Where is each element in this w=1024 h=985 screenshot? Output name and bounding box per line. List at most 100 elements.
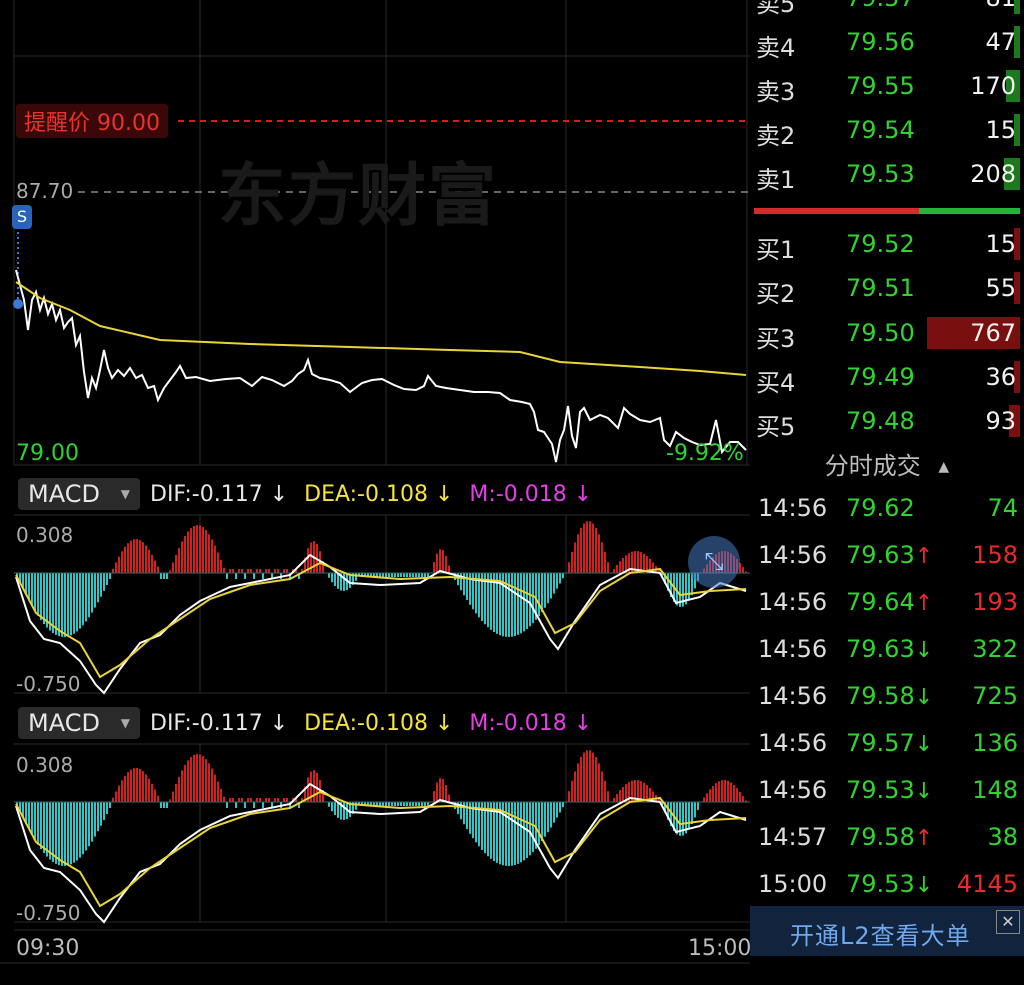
macd-histogram-bar — [733, 784, 735, 802]
dea-line — [15, 790, 747, 908]
bid-ratio-fill — [754, 208, 919, 214]
trade-direction-arrow: ↑ — [914, 591, 934, 616]
macd-histogram-bar — [544, 802, 546, 837]
macd-histogram-bar — [121, 551, 123, 573]
macd-histogram-bar — [418, 573, 420, 577]
l2-upgrade-banner[interactable]: 开通L2查看大单 ✕ — [750, 906, 1024, 956]
macd-indicator-select[interactable]: MACD ▼ — [18, 478, 140, 510]
trade-row[interactable]: 14:56 79.63↓ 322 — [750, 625, 1024, 671]
macd-histogram-bar — [583, 523, 585, 573]
trade-row[interactable]: 14:56 79.53↓ 148 — [750, 766, 1024, 812]
trade-price-value: 79.58 — [846, 682, 915, 710]
ask-level-row[interactable]: 卖1 79.53 208 — [750, 152, 1024, 196]
trade-price: 79.58↑ — [846, 823, 933, 851]
macd-histogram-bar — [532, 573, 534, 624]
level-volume: 36 — [985, 363, 1016, 391]
macd-histogram-bar — [265, 569, 267, 573]
macd-histogram-bar — [109, 573, 111, 580]
expand-arrows-icon: ⤡ — [704, 547, 724, 575]
macd-histogram-bar — [331, 573, 333, 583]
macd-histogram-bar — [175, 554, 177, 573]
macd-histogram-bar — [193, 754, 195, 802]
macd-histogram-bar — [214, 545, 216, 573]
trade-row[interactable]: 15:00 79.53↓ 4145 — [750, 860, 1024, 906]
bid-level-row[interactable]: 买2 79.51 55 — [750, 266, 1024, 310]
macd-bottom-label: -0.750 — [16, 901, 81, 925]
ask-level-row[interactable]: 卖3 79.55 170 — [750, 64, 1024, 108]
level-volume: 93 — [985, 407, 1016, 435]
trade-price: 79.62 — [846, 494, 915, 522]
macd-histogram-bar — [601, 771, 603, 802]
chart-area[interactable]: 提醒价 90.00 东方财富 87.70 S 79.00 -9.92% MACD… — [0, 0, 752, 985]
bid-level-row[interactable]: 买3 79.50 767 — [750, 311, 1024, 355]
macd-histogram-bar — [622, 557, 624, 573]
trade-row[interactable]: 14:56 79.62 74 — [750, 484, 1024, 530]
alert-price-tag[interactable]: 提醒价 90.00 — [16, 104, 168, 138]
macd-histogram-bar — [196, 525, 198, 573]
macd-histogram-bar — [40, 802, 42, 850]
level-label: 买3 — [756, 325, 796, 353]
trade-time: 14:56 — [758, 494, 828, 522]
trade-row[interactable]: 14:56 79.64↑ 193 — [750, 578, 1024, 624]
macd-histogram-bar — [574, 771, 576, 802]
close-icon[interactable]: ✕ — [996, 910, 1020, 934]
price-high-label: 87.70 — [16, 179, 74, 203]
trade-row[interactable]: 14:56 79.58↓ 725 — [750, 672, 1024, 718]
bid-level-row[interactable]: 买5 79.48 93 — [750, 399, 1024, 443]
macd-histogram-bar — [595, 756, 597, 802]
macd-histogram-bar — [550, 802, 552, 828]
signal-s-text: S — [16, 207, 28, 226]
signal-s-badge[interactable]: S — [12, 205, 32, 229]
trade-row[interactable]: 14:56 79.57↓ 136 — [750, 719, 1024, 765]
macd-histogram-bar — [286, 569, 288, 573]
macd-bottom-label: -0.750 — [16, 672, 81, 696]
macd-histogram-bar — [256, 569, 258, 573]
macd-histogram-bar — [400, 802, 402, 806]
macd-histogram-bar — [136, 539, 138, 573]
ask-level-row[interactable]: 卖5 79.57 81 — [750, 0, 1024, 20]
macd-histogram-bar — [523, 573, 525, 632]
trade-volume: 158 — [972, 541, 1018, 569]
macd-histogram-bar — [703, 797, 705, 802]
trade-price-value: 79.63 — [846, 541, 915, 569]
macd-histogram-bar — [79, 802, 81, 858]
macd-header-2: MACD ▼ DIF:-0.117 ↓ DEA:-0.108 ↓ M:-0.01… — [18, 705, 592, 741]
macd-histogram-bar — [442, 779, 444, 802]
macd-histogram-bar — [145, 545, 147, 573]
macd-histogram-bar — [427, 573, 429, 577]
macd-histogram-bar — [337, 573, 339, 589]
macd-histogram-bar — [148, 549, 150, 573]
macd-histogram-bar — [592, 523, 594, 573]
macd-histogram-bar — [739, 791, 741, 802]
macd-histogram-bar — [406, 573, 408, 577]
ask-level-row[interactable]: 卖4 79.56 47 — [750, 20, 1024, 64]
macd-histogram-bar — [511, 802, 513, 866]
macd-histogram-bar — [616, 564, 618, 573]
macd-histogram-bar — [79, 573, 81, 629]
macd-indicator-select[interactable]: MACD ▼ — [18, 707, 140, 739]
trade-row[interactable]: 14:57 79.58↑ 38 — [750, 813, 1024, 859]
level-price: 79.52 — [846, 230, 915, 258]
trade-time: 14:56 — [758, 541, 828, 569]
macd-histogram-bar — [568, 562, 570, 573]
trades-header[interactable]: 分时成交 ▲ — [750, 446, 1024, 486]
time-axis-end: 15:00 — [688, 936, 752, 961]
macd-histogram-bar — [166, 802, 168, 808]
trade-row[interactable]: 14:56 79.63↑ 158 — [750, 531, 1024, 577]
macd-histogram-bar — [409, 573, 411, 577]
macd-histogram-bar — [619, 561, 621, 573]
trade-time: 14:56 — [758, 588, 828, 616]
bid-level-row[interactable]: 买1 79.52 15 — [750, 222, 1024, 266]
macd-histogram-bar — [538, 802, 540, 846]
fullscreen-toggle-button[interactable]: ⤡ — [688, 536, 740, 588]
trade-price: 79.64↑ — [846, 588, 933, 616]
macd-histogram-bar — [688, 802, 690, 830]
bid-level-row[interactable]: 买4 79.49 36 — [750, 355, 1024, 399]
macd-histogram-bar — [124, 775, 126, 802]
macd-histogram-bar — [145, 774, 147, 802]
macd-histogram-bar — [133, 539, 135, 573]
ask-level-row[interactable]: 卖2 79.54 15 — [750, 108, 1024, 152]
macd-histogram-bar — [70, 802, 72, 865]
macd-histogram-bar — [532, 802, 534, 853]
macd-header-1: MACD ▼ DIF:-0.117 ↓ DEA:-0.108 ↓ M:-0.01… — [18, 476, 592, 512]
